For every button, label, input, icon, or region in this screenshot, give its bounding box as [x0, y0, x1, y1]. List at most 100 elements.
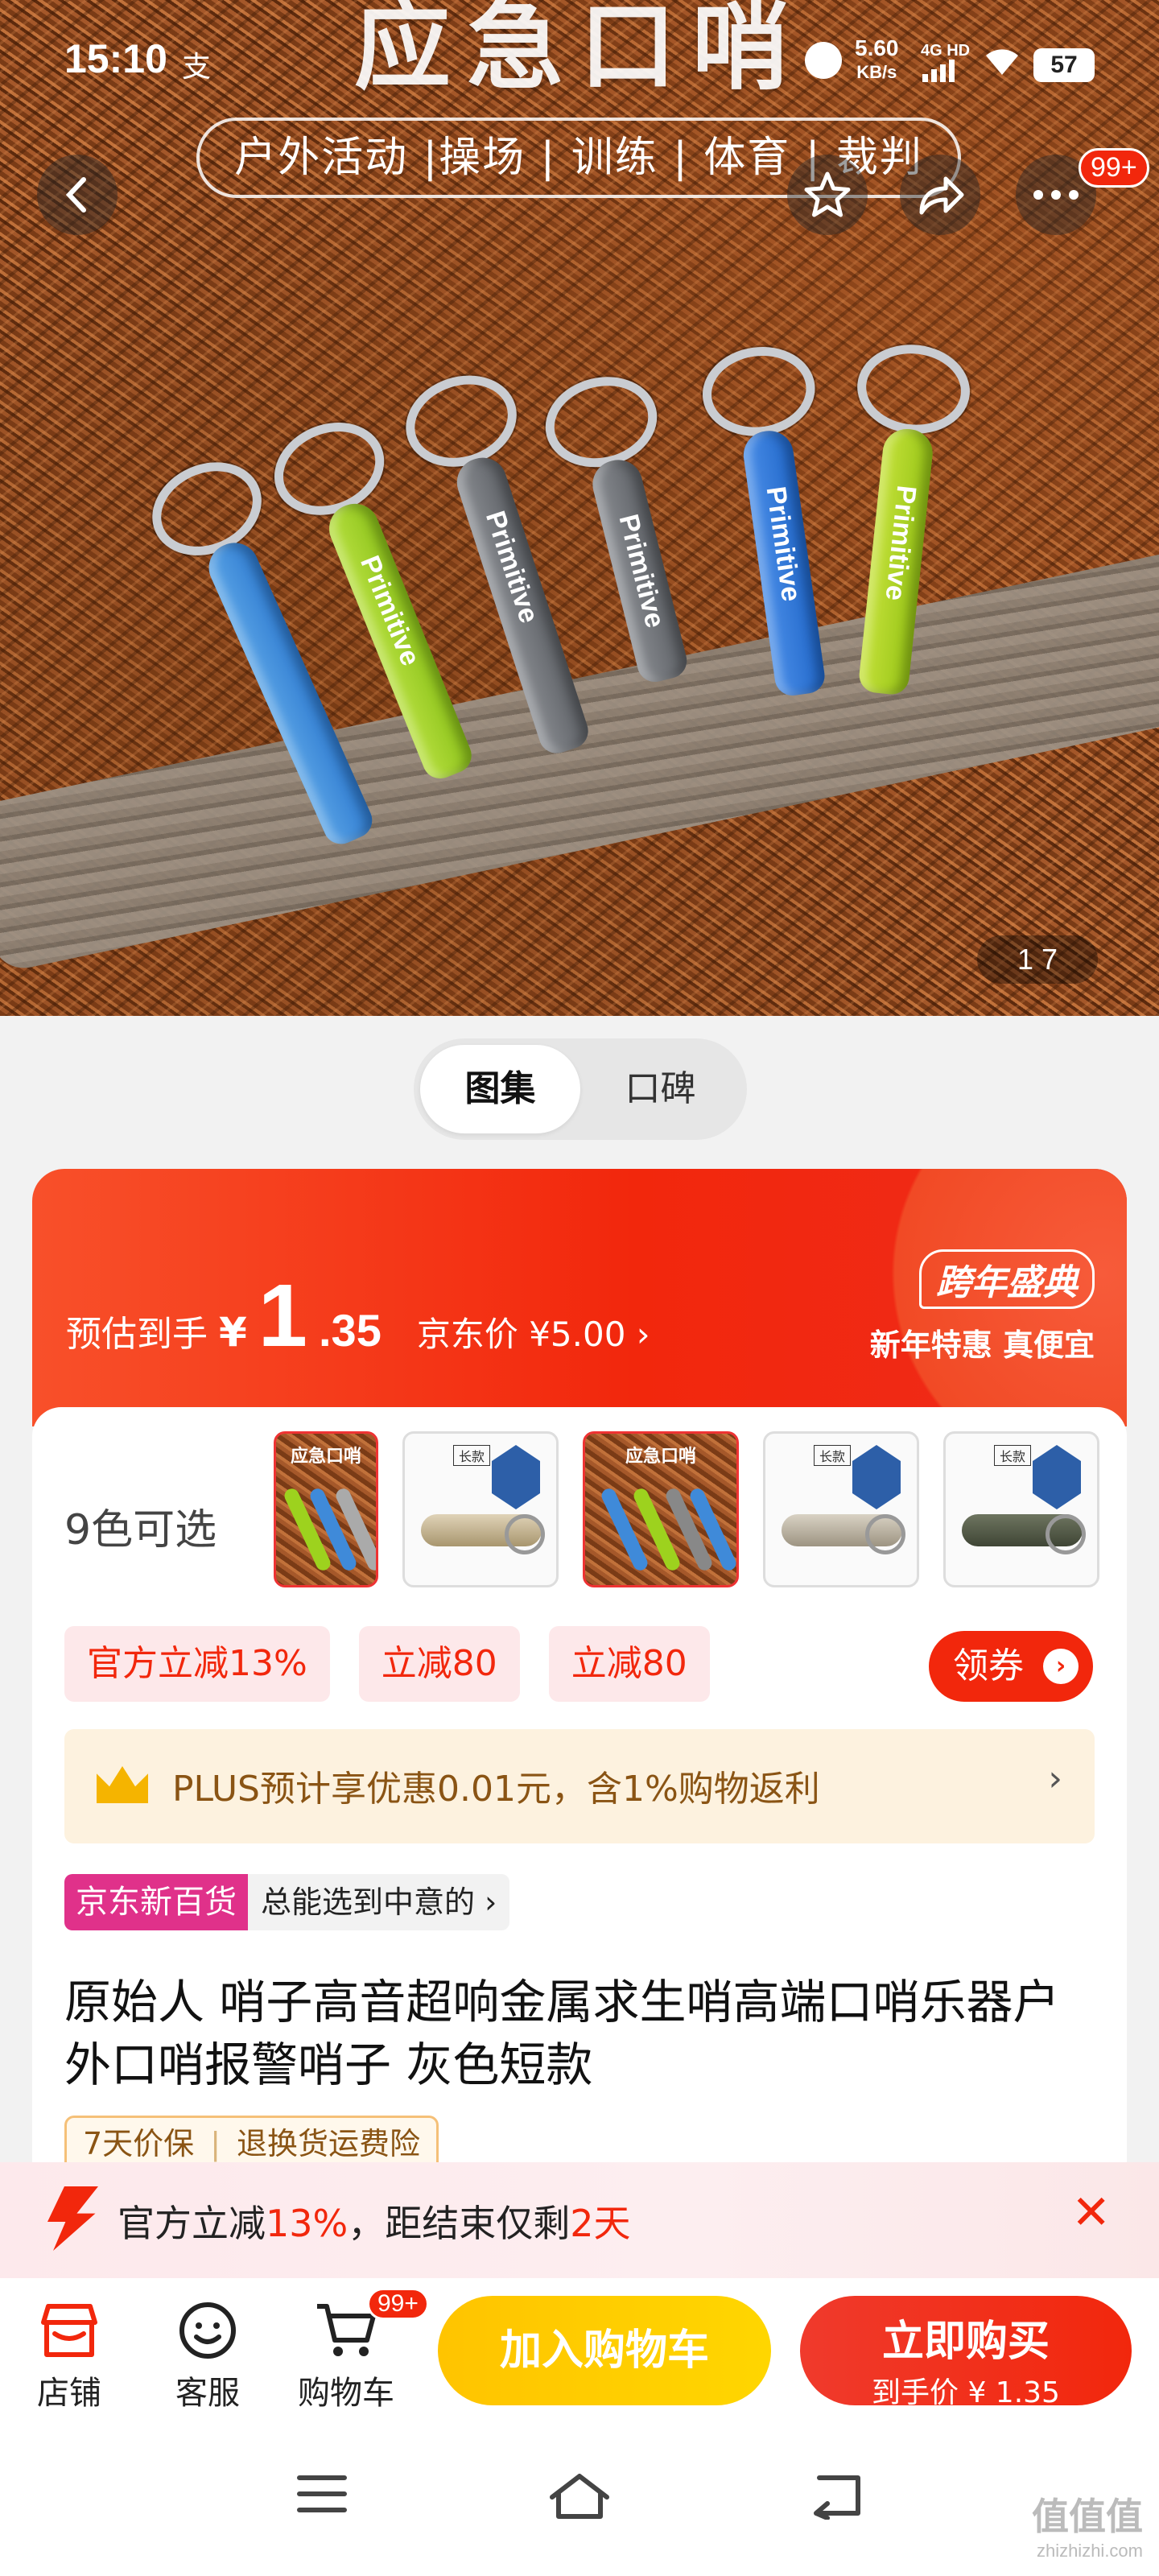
close-icon[interactable]: ✕: [1071, 2185, 1111, 2240]
system-navigation-bar: 值值值 zhizhizhi.com: [0, 2423, 1159, 2576]
whistle-brand: Primitive: [760, 484, 807, 604]
coupon-label: 领券: [953, 1645, 1024, 1686]
whistle-body: Primitive: [588, 455, 691, 686]
key-ring: [394, 361, 529, 481]
chevron-right-icon: ›: [1048, 1758, 1062, 1799]
whistle-brand: Primitive: [612, 511, 671, 631]
wifi-icon: [982, 42, 1022, 85]
product-title: 原始人 哨子高音超响金属求生哨高端口哨乐器户外口哨报警哨子 灰色短款: [64, 1975, 1060, 2092]
color-option-3[interactable]: 应急口哨: [583, 1431, 739, 1587]
share-icon: [919, 176, 964, 215]
add-to-cart-button[interactable]: 加入购物车: [438, 2296, 771, 2405]
whistle-brand: Primitive: [479, 507, 545, 627]
color-option-2[interactable]: 长款: [402, 1431, 559, 1587]
get-coupon-button[interactable]: 领券 ›: [929, 1631, 1093, 1702]
thumb-tag: 长款: [814, 1445, 852, 1466]
promo-badge: 跨年盛典 新年特惠 真便宜: [870, 1249, 1095, 1364]
notice-text: 官方立减13%，距结束仅剩2天: [118, 2202, 631, 2245]
watermark-url: zhizhizhi.com: [1036, 2541, 1143, 2561]
lightning-icon: [47, 2186, 98, 2251]
color-option-1[interactable]: 应急口哨: [274, 1431, 378, 1587]
cart-label: 购物车: [298, 2375, 394, 2412]
product-hero-image[interactable]: Primitive Primitive Primitive Primitive …: [0, 0, 1159, 1016]
star-icon: [804, 171, 851, 217]
favorite-button[interactable]: [787, 155, 868, 235]
cart-count-badge: 99+: [367, 2288, 429, 2320]
home-icon: [550, 2474, 609, 2519]
thumb-tag: 长款: [994, 1445, 1032, 1466]
tab-reviews[interactable]: 口碑: [580, 1045, 740, 1133]
whistle-brand: Primitive: [879, 484, 922, 602]
store-badge: 京东新百货: [64, 1874, 248, 1930]
key-ring: [852, 339, 975, 440]
discount-notice-bar: 官方立减13%，距结束仅剩2天 ✕: [0, 2162, 1159, 2278]
key-ring: [260, 407, 398, 531]
speed-unit: KB/s: [856, 62, 897, 82]
alarm-clock-icon: [805, 42, 842, 79]
battery-indicator: 57: [1033, 48, 1095, 82]
store-icon: [41, 2304, 97, 2357]
price-integer: 1: [258, 1266, 307, 1365]
network-type: 4G HD: [921, 42, 971, 60]
network-speed: 5.60 KB/s: [855, 37, 899, 84]
return-icon: [814, 2475, 860, 2520]
product-info-card: 9色可选 应急口哨 长款 应急口哨 长款 长款 官方立减13% 立减80 立减8…: [32, 1407, 1127, 2244]
store-slogan: 总能选到中意的 ›: [248, 1874, 510, 1930]
store-button[interactable]: 店铺: [13, 2294, 126, 2413]
share-button[interactable]: [900, 155, 980, 235]
back-button[interactable]: [37, 155, 118, 235]
color-count-label[interactable]: 9色可选: [64, 1496, 217, 1556]
key-ring: [696, 340, 821, 444]
plus-benefit-bar[interactable]: PLUS预计享优惠0.01元，含1%购物返利 ›: [64, 1729, 1095, 1843]
estimate-label: 预估到手: [66, 1314, 208, 1355]
signal-icon: [922, 60, 955, 82]
chevron-left-icon: [65, 177, 86, 213]
message-badge: 99+: [1079, 148, 1149, 188]
menu-icon: [297, 2475, 347, 2512]
whistle-brand: Primitive: [354, 551, 427, 671]
color-thumbnails: 应急口哨 长款 应急口哨 长款 长款: [274, 1431, 1127, 1587]
color-option-5[interactable]: 长款: [943, 1431, 1099, 1587]
jd-price-link[interactable]: 京东价 ¥5.00 ›: [417, 1307, 650, 1356]
promo-title: 跨年盛典: [919, 1249, 1095, 1309]
status-bar: 15:10 支 5.60 KB/s 4G HD 57: [0, 0, 1159, 121]
store-tag[interactable]: 京东新百货 总能选到中意的 ›: [64, 1874, 510, 1930]
discount-chips: 官方立减13% 立减80 立减80: [64, 1626, 710, 1702]
discount-chip[interactable]: 立减80: [548, 1626, 710, 1702]
buy-now-price: 到手价 ¥ 1.35: [872, 2376, 1060, 2409]
key-ring: [535, 365, 667, 479]
back-nav-button[interactable]: [808, 2471, 864, 2523]
wooden-log: [0, 547, 1159, 974]
currency-symbol: ¥: [219, 1309, 247, 1356]
customer-service-button[interactable]: 客服: [151, 2294, 264, 2413]
bottom-action-bar: 店铺 客服 99+ 购物车 加入购物车 立即购买 到手价 ¥ 1.35: [0, 2278, 1159, 2423]
speed-value: 5.60: [855, 35, 899, 60]
menu-button[interactable]: [296, 2471, 348, 2520]
home-button[interactable]: [547, 2471, 612, 2524]
more-dots-icon: [1033, 190, 1079, 200]
key-ring: [137, 445, 277, 572]
buy-now-button[interactable]: 立即购买 到手价 ¥ 1.35: [800, 2296, 1132, 2409]
chevron-right-icon: ›: [1043, 1649, 1079, 1684]
store-label: 店铺: [37, 2375, 101, 2412]
discount-chip[interactable]: 立减80: [358, 1626, 520, 1702]
discount-chip-official[interactable]: 官方立减13%: [64, 1626, 330, 1702]
tab-gallery[interactable]: 图集: [420, 1045, 580, 1133]
crown-icon: [97, 1766, 148, 1803]
promo-subtitle: 新年特惠 真便宜: [869, 1327, 1095, 1363]
price-decimal: .35: [318, 1305, 382, 1356]
color-option-4[interactable]: 长款: [763, 1431, 919, 1587]
media-tabs: 图集 口碑: [414, 1038, 747, 1140]
estimated-price: 预估到手 ¥ 1 .35 京东价 ¥5.00 ›: [66, 1272, 650, 1360]
thumb-tag: 长款: [453, 1445, 491, 1466]
status-time: 15:10: [64, 36, 167, 81]
thumb-title: 应急口哨: [290, 1447, 361, 1467]
watermark-text: 值值值: [1032, 2495, 1143, 2538]
watermark: 值值值 zhizhizhi.com: [1032, 2487, 1143, 2562]
thumb-title: 应急口哨: [625, 1447, 696, 1467]
cart-button[interactable]: 99+ 购物车: [290, 2288, 429, 2413]
price-banner: 预估到手 ¥ 1 .35 京东价 ¥5.00 › 跨年盛典 新年特惠 真便宜: [32, 1169, 1127, 1426]
service-label: 客服: [175, 2375, 240, 2412]
buy-now-label: 立即购买: [881, 2318, 1050, 2366]
service-face-icon: [179, 2302, 236, 2359]
